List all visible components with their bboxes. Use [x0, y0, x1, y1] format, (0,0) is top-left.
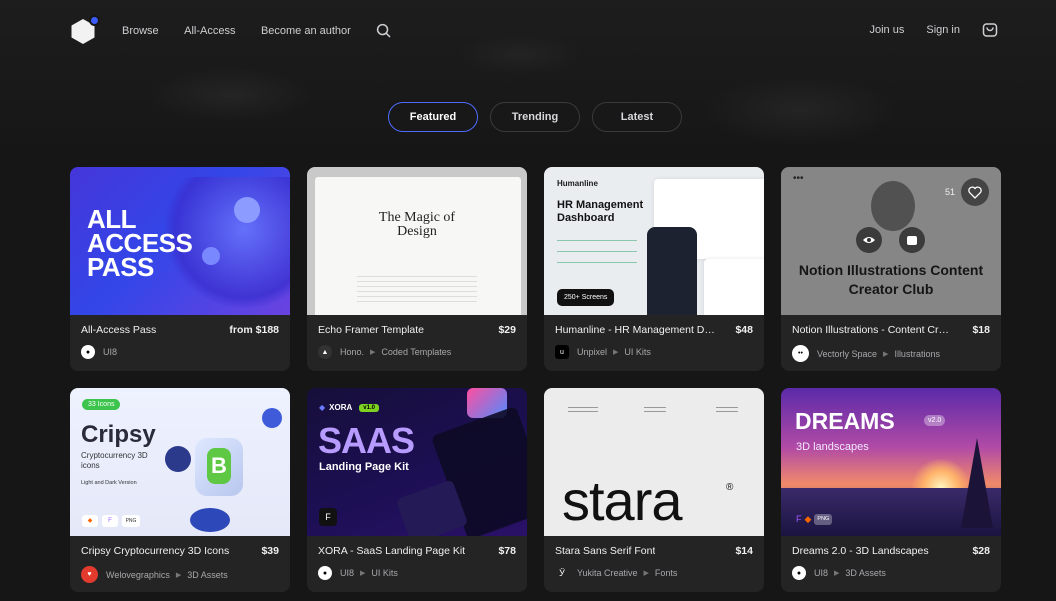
- product-price: $18: [972, 324, 990, 336]
- author-avatar[interactable]: ●: [792, 566, 806, 580]
- thumb-heading: stara: [562, 469, 682, 532]
- category-link[interactable]: Illustrations: [894, 349, 940, 359]
- product-title[interactable]: Echo Framer Template: [318, 324, 424, 336]
- category-link[interactable]: 3D Assets: [187, 570, 228, 580]
- thumb-heading: Cripsy: [81, 421, 156, 448]
- thumb-badge: 250+ Screens: [557, 289, 615, 306]
- thumb-note: Light and Dark Version: [81, 480, 137, 486]
- product-price: $39: [261, 545, 279, 557]
- tab-trending[interactable]: Trending: [490, 102, 580, 132]
- product-thumbnail[interactable]: ••• 51 Notion Illustrations Content Crea…: [781, 167, 1001, 315]
- separator-icon: ▶: [370, 349, 376, 356]
- thumb-badge: 33 Icons: [82, 399, 121, 410]
- author-avatar[interactable]: ▲: [318, 345, 332, 359]
- thumb-brand: Humanline: [557, 179, 598, 188]
- join-us-link[interactable]: Join us: [870, 24, 905, 36]
- product-price: $14: [735, 545, 753, 557]
- product-thumbnail[interactable]: DREAMS v2.0 3D landscapes F ◆ PNG: [781, 388, 1001, 536]
- category-link[interactable]: Fonts: [655, 568, 678, 578]
- product-thumbnail[interactable]: Humanline HR Management Dashboard 250+ S…: [544, 167, 764, 315]
- product-price: $29: [498, 324, 516, 336]
- main-nav: Browse All-Access Become an author: [122, 21, 372, 39]
- thumb-heading: The Magic of Design: [378, 210, 456, 239]
- author-name[interactable]: Yukita Creative: [577, 568, 638, 578]
- author-avatar[interactable]: Ӱ: [555, 566, 569, 580]
- thumb-heading: HR Management Dashboard: [557, 199, 644, 224]
- product-card[interactable]: ••• 51 Notion Illustrations Content Crea…: [781, 167, 1001, 371]
- author-name[interactable]: Welovegraphics: [106, 570, 170, 580]
- category-link[interactable]: 3D Assets: [845, 568, 886, 578]
- author-name[interactable]: UI8: [814, 568, 828, 578]
- separator-icon: ▶: [175, 571, 182, 579]
- thumb-heading: Notion Illustrations Content Creator Clu…: [798, 262, 984, 297]
- like-count: 51: [945, 187, 956, 197]
- category-link[interactable]: UI Kits: [371, 568, 398, 578]
- product-title[interactable]: Humanline - HR Management Da...: [555, 324, 715, 336]
- top-navigation: Browse All-Access Become an author Join …: [0, 0, 1056, 60]
- tab-featured[interactable]: Featured: [388, 102, 478, 132]
- author-avatar[interactable]: ●: [318, 566, 332, 580]
- preview-eye-icon[interactable]: [856, 227, 882, 253]
- thumb-line-3: PASS: [87, 252, 154, 282]
- author-name[interactable]: UI8: [340, 568, 354, 578]
- product-thumbnail[interactable]: The Magic of Design: [307, 167, 527, 315]
- separator-icon: ▶: [360, 570, 366, 577]
- author-name[interactable]: UI8: [103, 347, 117, 357]
- nav-browse[interactable]: Browse: [122, 25, 159, 37]
- author-avatar[interactable]: ••: [792, 345, 809, 362]
- product-thumbnail[interactable]: 33 Icons Cripsy Cryptocurrency 3D icons …: [70, 388, 290, 536]
- sign-in-link[interactable]: Sign in: [926, 24, 960, 36]
- product-card[interactable]: ◆ XORA v1.0 SAAS Landing Page Kit F XORA…: [307, 388, 527, 592]
- thumb-heading: DREAMS: [795, 408, 895, 434]
- search-icon[interactable]: [376, 23, 391, 38]
- product-title[interactable]: All-Access Pass: [81, 324, 156, 336]
- product-thumbnail[interactable]: stara ®: [544, 388, 764, 536]
- author-name[interactable]: Vectorly Space: [817, 349, 877, 359]
- separator-icon: ▶: [883, 350, 889, 358]
- thumb-brand: XORA: [329, 403, 353, 412]
- thumb-subheading: Cryptocurrency 3D icons: [81, 451, 148, 470]
- product-title[interactable]: Dreams 2.0 - 3D Landscapes: [792, 545, 929, 557]
- product-card[interactable]: The Magic of Design Echo Framer Template…: [307, 167, 527, 371]
- category-link[interactable]: Coded Templates: [381, 347, 451, 357]
- product-price: $78: [498, 545, 516, 557]
- product-thumbnail[interactable]: ◆ XORA v1.0 SAAS Landing Page Kit F: [307, 388, 527, 536]
- separator-icon: ▶: [613, 349, 619, 356]
- thumb-subheading: 3D landscapes: [796, 441, 869, 453]
- product-card[interactable]: 33 Icons Cripsy Cryptocurrency 3D icons …: [70, 388, 290, 592]
- product-title[interactable]: Notion Illustrations - Content Crea...: [792, 324, 952, 336]
- author-avatar[interactable]: ♥: [81, 566, 98, 583]
- thumb-subheading: Landing Page Kit: [319, 461, 409, 473]
- nav-all-access[interactable]: All-Access: [184, 25, 235, 37]
- thumb-version: v1.0: [359, 403, 379, 412]
- category-link[interactable]: UI Kits: [624, 347, 651, 357]
- product-title[interactable]: Stara Sans Serif Font: [555, 545, 655, 557]
- author-name[interactable]: Unpixel: [577, 347, 607, 357]
- product-card[interactable]: DREAMS v2.0 3D landscapes F ◆ PNG Dreams…: [781, 388, 1001, 592]
- thumb-heading: SAAS: [318, 420, 415, 461]
- product-title[interactable]: XORA - SaaS Landing Page Kit: [318, 545, 465, 557]
- author-avatar[interactable]: ●: [81, 345, 95, 359]
- cart-icon[interactable]: [982, 22, 998, 38]
- product-price: $48: [735, 324, 753, 336]
- product-price: from $188: [229, 324, 279, 336]
- product-title[interactable]: Cripsy Cryptocurrency 3D Icons: [81, 545, 229, 557]
- product-thumbnail[interactable]: ALL ACCESS PASS: [70, 167, 290, 315]
- product-card[interactable]: Humanline HR Management Dashboard 250+ S…: [544, 167, 764, 371]
- product-price: $28: [972, 545, 990, 557]
- account-nav: Join us Sign in: [870, 22, 999, 38]
- product-card[interactable]: ALL ACCESS PASS All-Access Pass from $18…: [70, 167, 290, 371]
- heart-icon[interactable]: [961, 178, 989, 206]
- bag-icon[interactable]: [899, 227, 925, 253]
- feed-tabs: Featured Trending Latest: [388, 102, 682, 132]
- ui8-logo[interactable]: [70, 15, 100, 45]
- tab-latest[interactable]: Latest: [592, 102, 682, 132]
- nav-become-author[interactable]: Become an author: [261, 25, 351, 37]
- separator-icon: ▶: [834, 570, 840, 577]
- author-name[interactable]: Hono.: [340, 347, 364, 357]
- thumb-version: v2.0: [924, 415, 946, 426]
- author-avatar[interactable]: u: [555, 345, 569, 359]
- separator-icon: ▶: [643, 570, 649, 577]
- product-card[interactable]: stara ® Stara Sans Serif Font $14 Ӱ Yuki…: [544, 388, 764, 592]
